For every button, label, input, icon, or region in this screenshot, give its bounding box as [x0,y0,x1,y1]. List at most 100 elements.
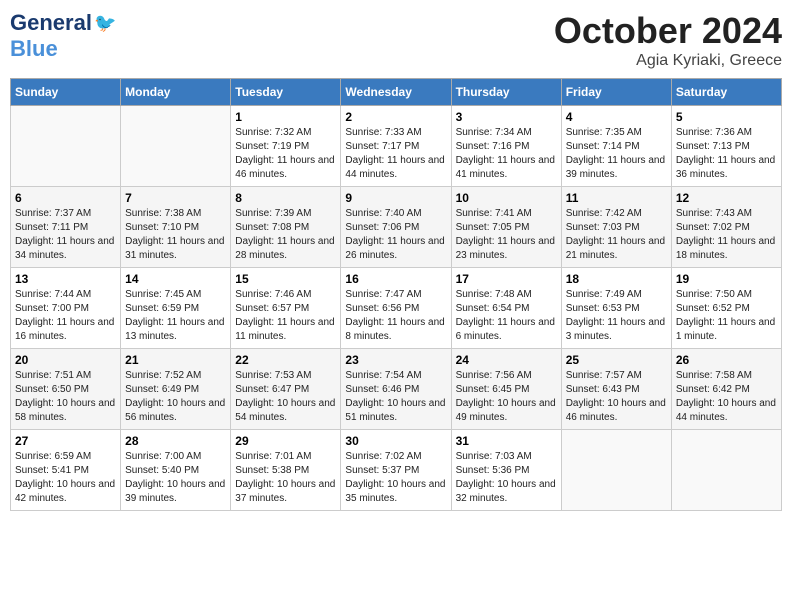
location: Agia Kyriaki, Greece [554,52,782,70]
week-row-4: 20Sunrise: 7:51 AM Sunset: 6:50 PM Dayli… [11,349,782,430]
day-number: 28 [125,434,226,448]
day-info: Sunrise: 7:54 AM Sunset: 6:46 PM Dayligh… [345,369,446,425]
day-info: Sunrise: 7:02 AM Sunset: 5:37 PM Dayligh… [345,450,446,506]
day-info: Sunrise: 7:40 AM Sunset: 7:06 PM Dayligh… [345,207,446,263]
day-number: 22 [235,353,336,367]
month-title: October 2024 [554,10,782,52]
day-number: 2 [345,110,446,124]
calendar-cell: 28Sunrise: 7:00 AM Sunset: 5:40 PM Dayli… [121,430,231,511]
day-number: 16 [345,272,446,286]
calendar-cell: 7 Sunrise: 7:38 AM Sunset: 7:10 PM Daylig… [121,187,231,268]
calendar-cell: 19Sunrise: 7:50 AM Sunset: 6:52 PM Dayli… [671,268,781,349]
day-info: Sunrise: 7:35 AM Sunset: 7:14 PM Dayligh… [566,126,667,182]
day-number: 20 [15,353,116,367]
week-row-3: 13Sunrise: 7:44 AM Sunset: 7:00 PM Dayli… [11,268,782,349]
calendar-cell: 22 Sunrise: 7:53 AM Sunset: 6:47 PM Dayli… [231,349,341,430]
col-header-saturday: Saturday [671,79,781,106]
calendar-cell: 2 Sunrise: 7:33 AM Sunset: 7:17 PM Daylig… [341,106,451,187]
day-number: 7 [125,191,226,205]
day-number: 8 [235,191,336,205]
logo: General 🐦 Blue [10,10,116,62]
day-info: Sunrise: 7:49 AM Sunset: 6:53 PM Dayligh… [566,288,667,344]
day-number: 12 [676,191,777,205]
calendar-cell: 15 Sunrise: 7:46 AM Sunset: 6:57 PM Dayli… [231,268,341,349]
day-info: Sunrise: 7:52 AM Sunset: 6:49 PM Dayligh… [125,369,226,425]
day-info: Sunrise: 7:45 AM Sunset: 6:59 PM Dayligh… [125,288,226,344]
calendar-cell: 5 Sunrise: 7:36 AM Sunset: 7:13 PM Daylig… [671,106,781,187]
day-info: Sunrise: 7:46 AM Sunset: 6:57 PM Dayligh… [235,288,336,344]
day-number: 27 [15,434,116,448]
day-number: 30 [345,434,446,448]
calendar-cell: 13Sunrise: 7:44 AM Sunset: 7:00 PM Dayli… [11,268,121,349]
calendar-cell: 24Sunrise: 7:56 AM Sunset: 6:45 PM Dayli… [451,349,561,430]
week-row-1: 1 Sunrise: 7:32 AM Sunset: 7:19 PM Daylig… [11,106,782,187]
day-number: 23 [345,353,446,367]
day-number: 4 [566,110,667,124]
day-info: Sunrise: 7:58 AM Sunset: 6:42 PM Dayligh… [676,369,777,425]
day-info: Sunrise: 7:41 AM Sunset: 7:05 PM Dayligh… [456,207,557,263]
day-info: Sunrise: 6:59 AM Sunset: 5:41 PM Dayligh… [15,450,116,506]
calendar-cell: 16Sunrise: 7:47 AM Sunset: 6:56 PM Dayli… [341,268,451,349]
day-number: 5 [676,110,777,124]
day-info: Sunrise: 7:36 AM Sunset: 7:13 PM Dayligh… [676,126,777,182]
calendar-cell: 8 Sunrise: 7:39 AM Sunset: 7:08 PM Daylig… [231,187,341,268]
day-number: 3 [456,110,557,124]
calendar-cell: 30 Sunrise: 7:02 AM Sunset: 5:37 PM Dayli… [341,430,451,511]
day-info: Sunrise: 7:39 AM Sunset: 7:08 PM Dayligh… [235,207,336,263]
col-header-monday: Monday [121,79,231,106]
calendar-cell: 1 Sunrise: 7:32 AM Sunset: 7:19 PM Daylig… [231,106,341,187]
calendar-header-row: SundayMondayTuesdayWednesdayThursdayFrid… [11,79,782,106]
calendar-cell: 9Sunrise: 7:40 AM Sunset: 7:06 PM Daylig… [341,187,451,268]
col-header-sunday: Sunday [11,79,121,106]
week-row-2: 6 Sunrise: 7:37 AM Sunset: 7:11 PM Daylig… [11,187,782,268]
day-info: Sunrise: 7:38 AM Sunset: 7:10 PM Dayligh… [125,207,226,263]
calendar-cell: 29 Sunrise: 7:01 AM Sunset: 5:38 PM Dayli… [231,430,341,511]
calendar-cell: 21 Sunrise: 7:52 AM Sunset: 6:49 PM Dayli… [121,349,231,430]
day-number: 1 [235,110,336,124]
day-info: Sunrise: 7:03 AM Sunset: 5:36 PM Dayligh… [456,450,557,506]
day-info: Sunrise: 7:53 AM Sunset: 6:47 PM Dayligh… [235,369,336,425]
col-header-tuesday: Tuesday [231,79,341,106]
day-number: 19 [676,272,777,286]
day-number: 26 [676,353,777,367]
day-info: Sunrise: 7:33 AM Sunset: 7:17 PM Dayligh… [345,126,446,182]
calendar-cell: 31 Sunrise: 7:03 AM Sunset: 5:36 PM Dayli… [451,430,561,511]
day-number: 13 [15,272,116,286]
day-info: Sunrise: 7:34 AM Sunset: 7:16 PM Dayligh… [456,126,557,182]
calendar-cell [11,106,121,187]
week-row-5: 27 Sunrise: 6:59 AM Sunset: 5:41 PM Dayli… [11,430,782,511]
day-number: 17 [456,272,557,286]
calendar-cell [561,430,671,511]
page-header: General 🐦 Blue October 2024 Agia Kyriaki… [10,10,782,70]
day-number: 29 [235,434,336,448]
calendar-cell: 25 Sunrise: 7:57 AM Sunset: 6:43 PM Dayli… [561,349,671,430]
day-number: 18 [566,272,667,286]
day-info: Sunrise: 7:37 AM Sunset: 7:11 PM Dayligh… [15,207,116,263]
day-info: Sunrise: 7:56 AM Sunset: 6:45 PM Dayligh… [456,369,557,425]
day-info: Sunrise: 7:48 AM Sunset: 6:54 PM Dayligh… [456,288,557,344]
calendar-cell [671,430,781,511]
calendar-cell: 23 Sunrise: 7:54 AM Sunset: 6:46 PM Dayli… [341,349,451,430]
day-number: 11 [566,191,667,205]
calendar-cell: 12Sunrise: 7:43 AM Sunset: 7:02 PM Dayli… [671,187,781,268]
day-info: Sunrise: 7:32 AM Sunset: 7:19 PM Dayligh… [235,126,336,182]
calendar-table: SundayMondayTuesdayWednesdayThursdayFrid… [10,78,782,511]
day-number: 14 [125,272,226,286]
calendar-cell: 26 Sunrise: 7:58 AM Sunset: 6:42 PM Dayli… [671,349,781,430]
col-header-wednesday: Wednesday [341,79,451,106]
day-info: Sunrise: 7:57 AM Sunset: 6:43 PM Dayligh… [566,369,667,425]
day-number: 15 [235,272,336,286]
calendar-cell: 20Sunrise: 7:51 AM Sunset: 6:50 PM Dayli… [11,349,121,430]
day-info: Sunrise: 7:01 AM Sunset: 5:38 PM Dayligh… [235,450,336,506]
day-number: 10 [456,191,557,205]
day-number: 31 [456,434,557,448]
logo-blue: Blue [10,36,58,62]
calendar-cell: 14 Sunrise: 7:45 AM Sunset: 6:59 PM Dayli… [121,268,231,349]
calendar-cell: 6 Sunrise: 7:37 AM Sunset: 7:11 PM Daylig… [11,187,121,268]
calendar-cell: 10 Sunrise: 7:41 AM Sunset: 7:05 PM Dayli… [451,187,561,268]
day-number: 21 [125,353,226,367]
day-number: 6 [15,191,116,205]
day-number: 25 [566,353,667,367]
calendar-cell [121,106,231,187]
bird-icon: 🐦 [94,13,116,34]
